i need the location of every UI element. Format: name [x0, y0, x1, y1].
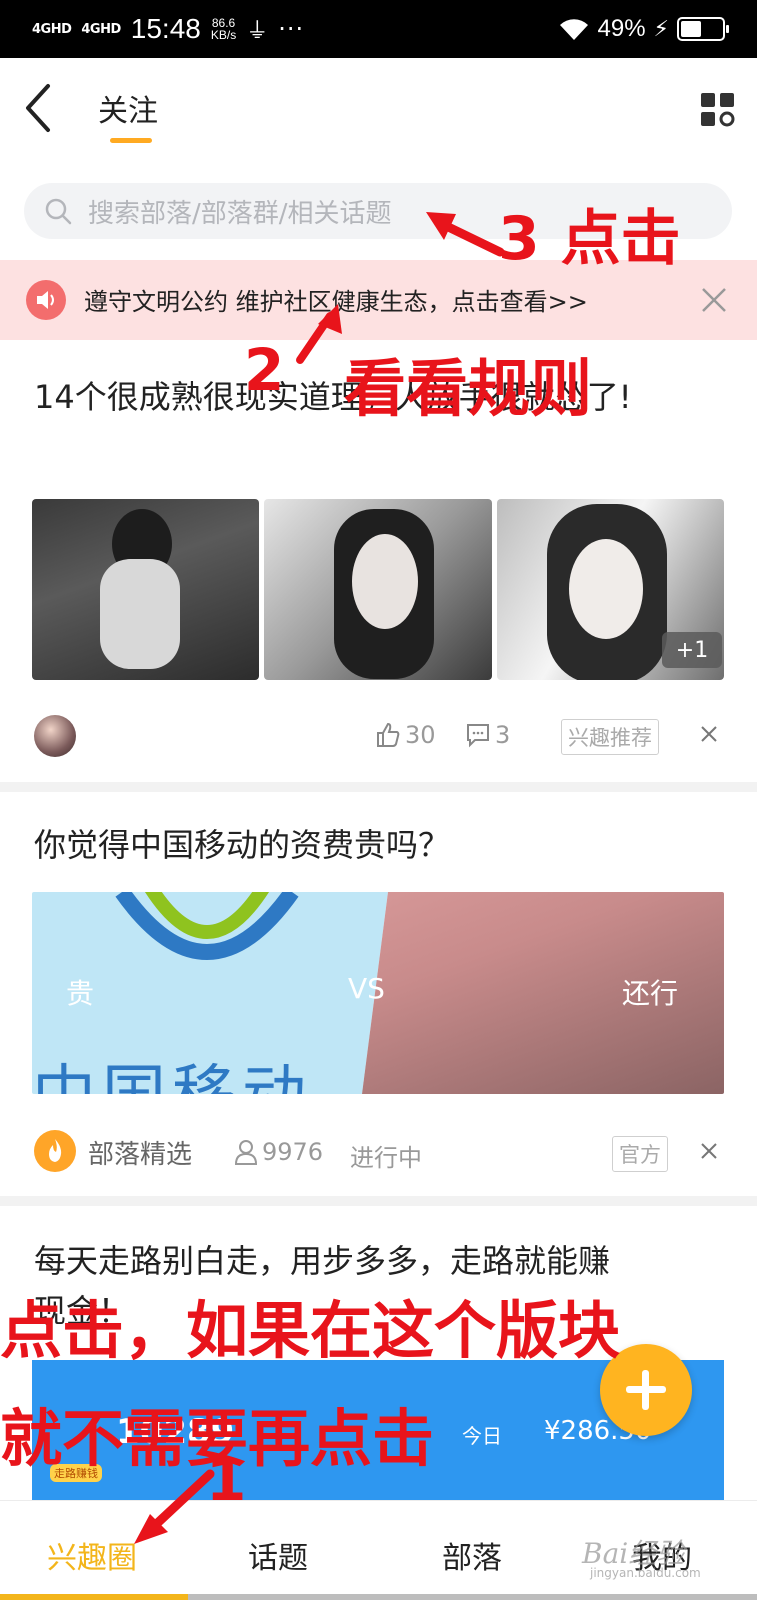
tab-topics[interactable]: 话题	[198, 1533, 358, 1577]
participant-count: 9976	[234, 1138, 323, 1166]
post-image-grid[interactable]: +1	[32, 499, 724, 680]
search-placeholder: 搜索部落/部落群/相关话题	[88, 199, 392, 229]
dismiss-icon[interactable]	[700, 725, 718, 743]
post-title[interactable]: 你觉得中国移动的资费贵吗？	[34, 818, 724, 872]
banner-left-label: 贵	[66, 977, 95, 1010]
more-notifications-icon: ···	[278, 15, 305, 43]
official-tag: 官方	[612, 1136, 668, 1172]
watermark-url: jingyan.baidu.com	[590, 1566, 701, 1580]
top-header: 关注	[0, 58, 757, 158]
signal-icon: 4GHD	[32, 21, 72, 37]
search-icon	[45, 198, 72, 225]
avatar[interactable]	[34, 715, 76, 757]
post-meta: 部落精选 9976 进行中 官方	[0, 1128, 757, 1178]
status-bar: 4GHD 4GHD 15:48 86.6 KB/s ⏚ ··· 49% ⚡	[0, 0, 757, 58]
recommend-tag: 兴趣推荐	[561, 719, 659, 755]
back-arrow-icon[interactable]	[22, 80, 62, 136]
banner-vs-label: VS	[348, 972, 385, 1005]
tribe-fire-icon	[34, 1130, 76, 1172]
banner-brand-text: 中国移动	[32, 1044, 312, 1094]
user-icon	[234, 1140, 258, 1165]
comment-icon	[467, 724, 489, 748]
notice-text[interactable]: 遵守文明公约 维护社区健康生态，点击查看>>	[84, 282, 588, 317]
tab-following[interactable]: 关注	[98, 86, 158, 130]
nav-track	[188, 1594, 757, 1600]
active-tab-indicator	[110, 138, 152, 143]
banner-label: 今日	[462, 1424, 502, 1448]
tab-tribes[interactable]: 部落	[392, 1533, 552, 1577]
like-button[interactable]: 30	[375, 721, 436, 749]
post-image[interactable]	[32, 499, 260, 680]
step1-number: 1	[206, 1446, 247, 1514]
usb-icon: ⏚	[246, 19, 269, 44]
comment-count: 3	[495, 721, 511, 749]
divider	[0, 1196, 757, 1206]
topic-status: 进行中	[350, 1144, 422, 1172]
divider	[0, 782, 757, 792]
battery-percent: 49%	[597, 15, 646, 42]
dismiss-icon[interactable]	[700, 1142, 718, 1160]
step3-annotation: 3 点击	[498, 204, 681, 274]
like-count: 30	[405, 721, 436, 749]
china-mobile-logo-icon	[115, 892, 299, 960]
post-meta: 30 3 兴趣推荐	[0, 711, 757, 761]
step1-annotation-line1: 点击，如果在这个版块	[0, 1294, 621, 1367]
post-image[interactable]: +1	[496, 499, 724, 680]
signal-icon-2: 4GHD	[81, 21, 121, 37]
post-banner-image[interactable]: 中国移动 贵 VS 还行	[32, 892, 724, 1094]
close-icon[interactable]	[700, 286, 728, 314]
tab-interest-circle[interactable]: 兴趣圈	[12, 1533, 172, 1577]
active-nav-indicator	[0, 1594, 188, 1600]
battery-icon	[677, 17, 729, 41]
clock: 15:48	[130, 13, 201, 44]
step2-number: 2	[244, 336, 285, 404]
more-images-badge: +1	[661, 632, 722, 668]
step2-annotation: 看看规则	[344, 352, 593, 425]
thumbs-up-icon	[377, 722, 400, 747]
banner-right-label: 还行	[622, 977, 679, 1010]
wifi-icon	[559, 19, 588, 40]
speaker-icon	[26, 280, 66, 320]
tribe-source-link[interactable]: 部落精选	[88, 1134, 192, 1171]
post-image[interactable]	[264, 499, 492, 680]
network-speed: 86.6 KB/s	[210, 16, 237, 42]
comment-button[interactable]: 3	[465, 721, 510, 749]
grid-menu-icon[interactable]	[700, 92, 736, 128]
charging-icon: ⚡	[653, 16, 669, 42]
